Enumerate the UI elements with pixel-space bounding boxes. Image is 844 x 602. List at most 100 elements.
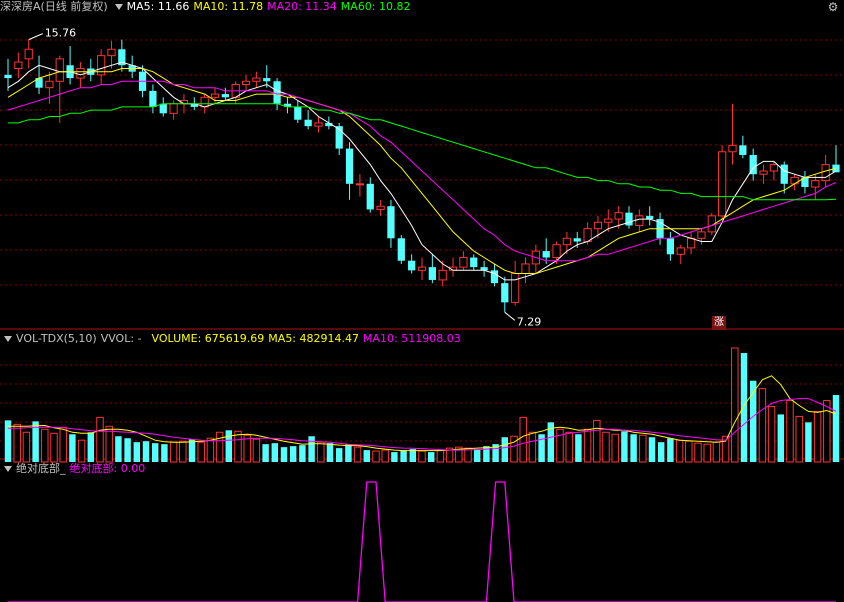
candle-body (428, 267, 436, 280)
candle-body (821, 164, 830, 182)
volume-bar (510, 435, 518, 463)
candle-body (604, 218, 613, 223)
volume-bar (13, 423, 21, 463)
volume-bar (161, 444, 168, 462)
volume-bar (188, 439, 196, 462)
candle-body (521, 263, 530, 275)
candle-body (769, 164, 779, 172)
volume-bar (823, 400, 831, 463)
ma10-legend: MA10: 11.78 (193, 0, 263, 13)
volume-bar (436, 449, 445, 463)
candle-body (542, 251, 550, 258)
volume-bar (519, 416, 527, 463)
volume-bar (69, 434, 76, 462)
volume-bar (206, 437, 215, 463)
candle-body (200, 96, 209, 108)
volume-bar (215, 431, 224, 463)
volume-bar (657, 442, 665, 462)
candle-body (790, 176, 799, 185)
candle-body (459, 257, 468, 268)
volume-bar (308, 436, 315, 462)
candle-body (573, 238, 581, 242)
volume-bar (767, 405, 776, 463)
candle-body (397, 238, 405, 261)
low-label: 7.29 (517, 315, 542, 328)
low-marker (504, 311, 516, 321)
volume-bar (583, 428, 592, 463)
high-label: 15.76 (45, 27, 76, 40)
ma20-value: 11.34 (305, 0, 337, 13)
candle-body (635, 215, 644, 226)
indicator-name[interactable]: 绝对底部_ (16, 462, 66, 475)
dropdown-triangle-icon[interactable] (114, 3, 123, 10)
vol-ma10-value: 511908.03 (401, 332, 461, 345)
vol-ma5-value: 482914.47 (299, 332, 360, 345)
candle-body (438, 269, 447, 281)
volume-bar (786, 400, 794, 463)
volume-bar (225, 430, 233, 462)
ma5-value: 11.66 (157, 0, 190, 13)
vol-ma5-legend: MA5: 482914.47 (268, 332, 359, 345)
volume-bar (473, 449, 481, 462)
volume-bar (565, 431, 573, 463)
candle-body (314, 122, 323, 127)
candle-body (107, 48, 116, 57)
volume-header: VOL-TDX(5,10) VVOL: - VOLUME: 675619.69 MA5… (0, 332, 465, 346)
candle-body (366, 183, 374, 210)
volume-bar (381, 449, 389, 463)
volume-bar (740, 352, 748, 462)
volume-bar (363, 450, 371, 462)
candle-body (304, 119, 312, 127)
volume-bar (703, 443, 711, 463)
volume-indicator-name[interactable]: VOL-TDX(5,10) (16, 332, 97, 345)
candle-body (149, 90, 157, 107)
candle-body (169, 103, 178, 114)
volume-bar (133, 442, 141, 462)
volume-bar (795, 415, 803, 463)
volume-bar (22, 431, 31, 463)
ma10-label: MA10: (193, 0, 229, 13)
candle-body (614, 212, 623, 220)
ma5-label: MA5: (126, 0, 155, 13)
ma20-legend: MA20: 11.34 (267, 0, 337, 13)
volume-bar (50, 432, 58, 463)
vol-ma10-legend: MA10: 511908.03 (363, 332, 461, 345)
volume-bar (59, 426, 67, 463)
chart-canvas[interactable]: 15.76 7.29 (0, 0, 844, 602)
volume-bar (685, 440, 693, 463)
candle-body (294, 106, 302, 120)
volume-bar (675, 439, 684, 463)
volume-bar (630, 434, 637, 462)
volume-bar (317, 441, 325, 463)
volume-bar (197, 441, 205, 463)
volume-bar (639, 434, 647, 463)
volume-bar (648, 437, 656, 462)
indicator-dropdown-triangle-icon[interactable] (4, 465, 12, 472)
candle-body (562, 237, 572, 246)
candle-body (159, 103, 167, 114)
ma60-legend: MA60: 10.82 (341, 0, 411, 13)
volume-bar (400, 450, 407, 462)
volume-bar (179, 440, 187, 463)
stock-title[interactable]: 深深房A (0, 0, 41, 13)
volume-label: VOLUME: (151, 332, 202, 345)
candle-body (470, 257, 478, 268)
volume-bar (621, 431, 628, 462)
candle-body (646, 215, 654, 220)
candle-body (345, 148, 354, 184)
vvol-label: VVOL: - (100, 332, 142, 345)
volume-bar (712, 441, 721, 463)
price-header: 深深房A(日线 前复权) MA5: 11.66 MA10: 11.78 MA20: 1… (0, 0, 415, 14)
volume-bar (262, 444, 269, 462)
candle-body (686, 237, 696, 249)
candle-body (811, 180, 820, 188)
volume-bar (289, 446, 297, 462)
candle-body (387, 206, 395, 239)
candle-body (666, 238, 675, 255)
candle-body (593, 221, 603, 230)
candle-body (4, 74, 12, 79)
ma10-value: 11.78 (231, 0, 264, 13)
volume-dropdown-triangle-icon[interactable] (4, 335, 12, 342)
gear-icon[interactable]: ⚙ (826, 0, 840, 14)
volume-bar (353, 446, 362, 463)
